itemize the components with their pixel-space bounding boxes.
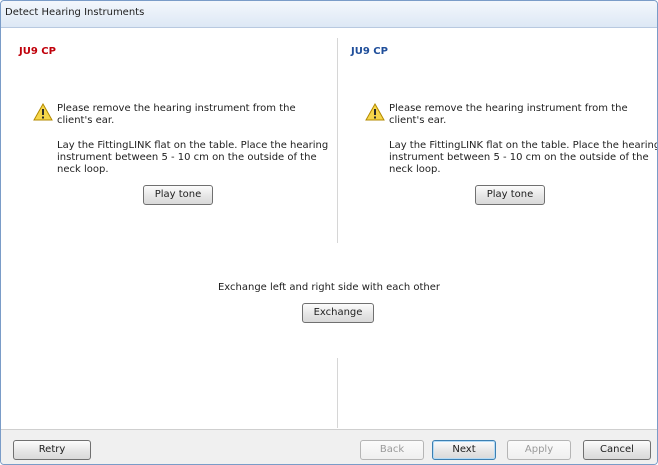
left-side-panel: JU9 CP Please remove the hearing instrum… xyxy=(11,28,331,268)
window-title: Detect Hearing Instruments xyxy=(5,7,145,18)
exchange-description: Exchange left and right side with each o… xyxy=(217,282,441,293)
back-button[interactable]: Back xyxy=(360,440,424,460)
next-button[interactable]: Next xyxy=(432,440,496,460)
dialog-content: JU9 CP Please remove the hearing instrum… xyxy=(1,28,657,429)
retry-button[interactable]: Retry xyxy=(13,440,91,460)
panel-divider-bottom xyxy=(337,358,338,428)
button-bar: Retry Back Next Apply Cancel xyxy=(1,429,657,464)
right-device-name: JU9 CP xyxy=(351,46,388,57)
panel-divider-top xyxy=(337,38,338,243)
right-side-panel: JU9 CP Please remove the hearing instrum… xyxy=(343,28,658,268)
right-play-tone-button[interactable]: Play tone xyxy=(475,185,545,205)
left-play-tone-button[interactable]: Play tone xyxy=(143,185,213,205)
left-device-name: JU9 CP xyxy=(19,46,56,57)
left-placement-instruction: Lay the FittingLINK flat on the table. P… xyxy=(57,140,329,175)
warning-icon xyxy=(33,103,53,121)
detect-hearing-instruments-dialog: Detect Hearing Instruments JU9 CP Please… xyxy=(0,0,658,465)
warning-icon xyxy=(365,103,385,121)
right-placement-instruction: Lay the FittingLINK flat on the table. P… xyxy=(389,140,658,175)
cancel-button[interactable]: Cancel xyxy=(583,440,651,460)
left-remove-instruction: Please remove the hearing instrument fro… xyxy=(57,103,296,126)
title-bar: Detect Hearing Instruments xyxy=(1,1,657,28)
apply-button[interactable]: Apply xyxy=(507,440,571,460)
right-remove-instruction: Please remove the hearing instrument fro… xyxy=(389,103,628,126)
exchange-button[interactable]: Exchange xyxy=(302,303,374,323)
